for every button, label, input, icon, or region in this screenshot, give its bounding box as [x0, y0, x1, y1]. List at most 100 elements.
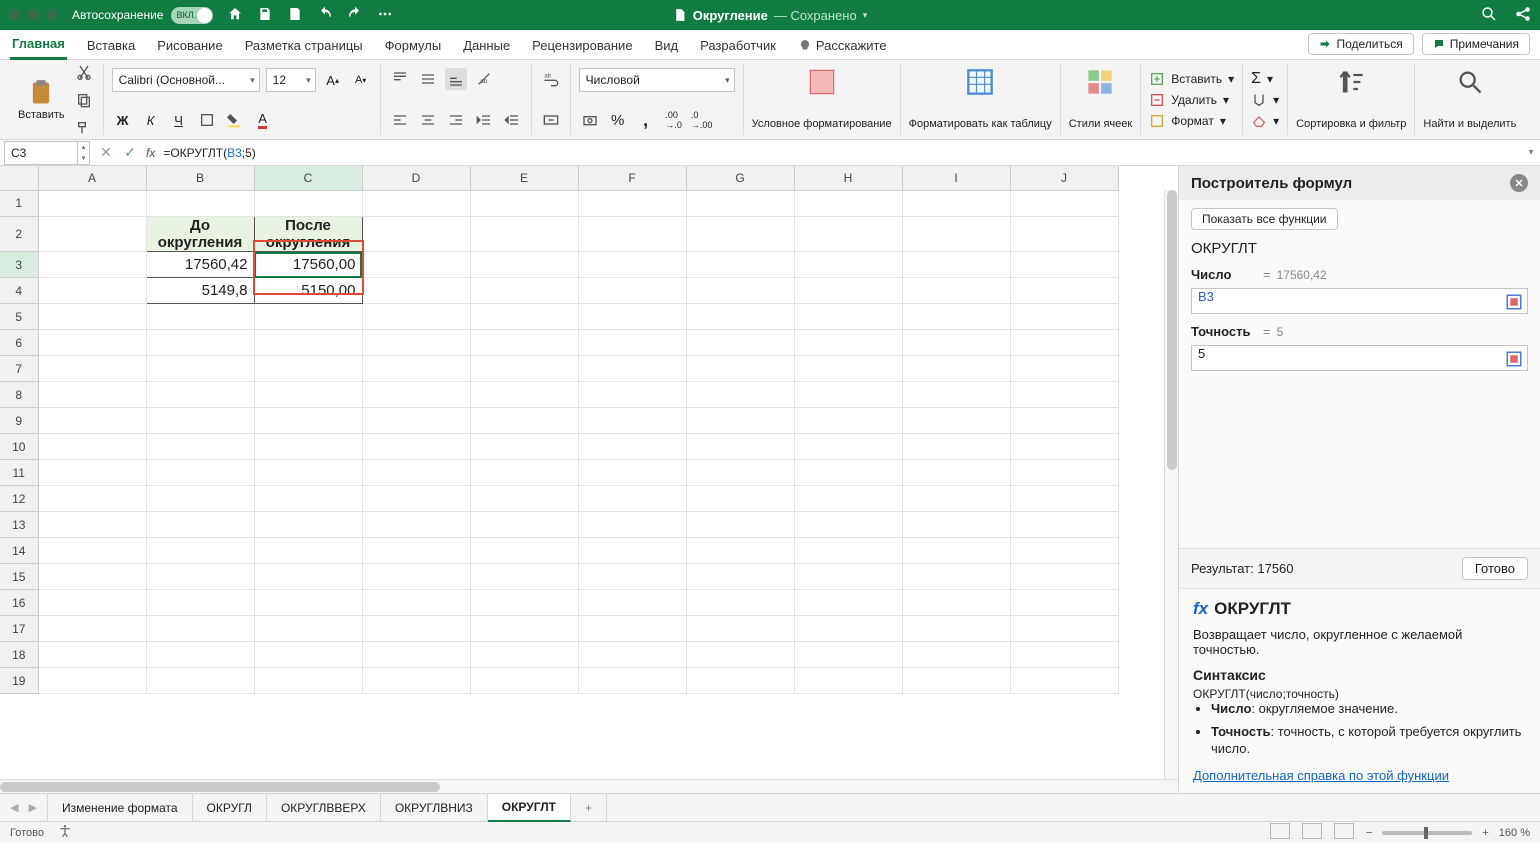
- align-center-icon[interactable]: [417, 109, 439, 131]
- share-icon[interactable]: [1514, 5, 1532, 26]
- increase-indent-icon[interactable]: [501, 109, 523, 131]
- undo-icon[interactable]: [317, 6, 333, 25]
- align-right-icon[interactable]: [445, 109, 467, 131]
- col-header[interactable]: I: [902, 166, 1010, 190]
- row-header[interactable]: 9: [0, 408, 38, 434]
- done-button[interactable]: Готово: [1462, 557, 1528, 580]
- format-painter-icon[interactable]: [73, 117, 95, 139]
- cell-c4[interactable]: 5150,00: [254, 278, 362, 304]
- cell-c3[interactable]: 17560,00: [254, 252, 362, 278]
- autosave-toggle[interactable]: ВКЛ.: [171, 7, 213, 24]
- sheet-tab[interactable]: Изменение формата: [47, 794, 193, 822]
- row-header[interactable]: 15: [0, 564, 38, 590]
- row-header[interactable]: 17: [0, 616, 38, 642]
- comments-button[interactable]: Примечания: [1422, 33, 1530, 55]
- fill-color-icon[interactable]: [224, 109, 246, 131]
- row-header[interactable]: 3: [0, 252, 38, 278]
- insert-cells[interactable]: Вставить ▾: [1149, 68, 1234, 89]
- vertical-scrollbar[interactable]: [1164, 190, 1178, 779]
- cell-c2[interactable]: После округления: [254, 216, 362, 252]
- format-as-table[interactable]: Форматировать как таблицу: [901, 64, 1061, 135]
- col-header[interactable]: D: [362, 166, 470, 190]
- col-header[interactable]: A: [38, 166, 146, 190]
- show-all-functions[interactable]: Показать все функции: [1191, 208, 1338, 230]
- delete-cells[interactable]: Удалить ▾: [1149, 89, 1234, 110]
- font-color-icon[interactable]: A: [252, 109, 274, 131]
- col-header[interactable]: C: [254, 166, 362, 190]
- decrease-font-icon[interactable]: A▾: [350, 69, 372, 91]
- col-header[interactable]: E: [470, 166, 578, 190]
- formula-input[interactable]: =ОКРУГЛТ(B3;5): [159, 146, 255, 160]
- row-header[interactable]: 19: [0, 668, 38, 694]
- worksheet[interactable]: A B C D E F G H I J 1 2 До округления По…: [0, 166, 1178, 793]
- col-header[interactable]: B: [146, 166, 254, 190]
- accept-formula-icon[interactable]: ✓: [118, 144, 142, 161]
- tab-data[interactable]: Данные: [461, 32, 512, 59]
- conditional-formatting[interactable]: Условное форматирование: [744, 64, 901, 135]
- row-header[interactable]: 4: [0, 278, 38, 304]
- zoom-dot[interactable]: [46, 9, 58, 21]
- tab-review[interactable]: Рецензирование: [530, 32, 634, 59]
- col-header[interactable]: J: [1010, 166, 1118, 190]
- range-picker-icon[interactable]: [1505, 293, 1523, 311]
- redo-icon[interactable]: [347, 6, 363, 25]
- select-all-corner[interactable]: [0, 166, 38, 190]
- share-button[interactable]: Поделиться: [1308, 33, 1413, 55]
- close-panel-icon[interactable]: ✕: [1510, 174, 1528, 192]
- tell-me[interactable]: Расскажите: [796, 32, 889, 59]
- arg2-input[interactable]: 5: [1191, 345, 1528, 371]
- expand-formula-bar-icon[interactable]: ▾: [1522, 147, 1540, 158]
- cut-icon[interactable]: [73, 61, 95, 83]
- row-header[interactable]: 13: [0, 512, 38, 538]
- wrap-text-icon[interactable]: ab: [540, 68, 562, 90]
- clear-icon[interactable]: ▾: [1251, 110, 1279, 131]
- paste-button[interactable]: Вставить: [14, 75, 69, 125]
- horizontal-scrollbar[interactable]: [0, 779, 1178, 793]
- search-icon[interactable]: [1480, 5, 1498, 26]
- save-as-icon[interactable]: [287, 6, 303, 25]
- col-header[interactable]: H: [794, 166, 902, 190]
- tab-view[interactable]: Вид: [653, 32, 681, 59]
- align-top-icon[interactable]: [389, 68, 411, 90]
- cell-b2[interactable]: До округления: [146, 216, 254, 252]
- percent-icon[interactable]: %: [607, 109, 629, 131]
- row-header[interactable]: 11: [0, 460, 38, 486]
- range-picker-icon[interactable]: [1505, 350, 1523, 368]
- copy-icon[interactable]: [73, 89, 95, 111]
- align-left-icon[interactable]: [389, 109, 411, 131]
- fill-icon[interactable]: ▾: [1251, 89, 1279, 110]
- comma-icon[interactable]: ,: [635, 109, 657, 131]
- align-middle-icon[interactable]: [417, 68, 439, 90]
- zoom-out-icon[interactable]: −: [1366, 827, 1372, 839]
- view-mode-page[interactable]: [1302, 823, 1324, 842]
- col-header[interactable]: G: [686, 166, 794, 190]
- minimize-dot[interactable]: [27, 9, 39, 21]
- currency-icon[interactable]: [579, 109, 601, 131]
- format-cells[interactable]: Формат ▾: [1149, 110, 1234, 131]
- view-mode-normal[interactable]: [1270, 823, 1292, 842]
- number-format-select[interactable]: Числовой: [579, 68, 735, 92]
- window-controls[interactable]: [8, 9, 58, 21]
- accessibility-icon[interactable]: [58, 824, 72, 841]
- help-link[interactable]: Дополнительная справка по этой функции: [1193, 768, 1449, 783]
- cell-b3[interactable]: 17560,42: [146, 252, 254, 278]
- row-header[interactable]: 14: [0, 538, 38, 564]
- sheet-tab[interactable]: ОКРУГЛ: [193, 794, 267, 822]
- name-box[interactable]: C3 ▴▾: [4, 141, 90, 165]
- increase-decimal-icon[interactable]: .00→.0: [663, 109, 685, 131]
- orientation-icon[interactable]: ab: [473, 68, 495, 90]
- zoom-in-icon[interactable]: +: [1482, 827, 1488, 839]
- row-header[interactable]: 1: [0, 190, 38, 216]
- italic-button[interactable]: К: [140, 109, 162, 131]
- tab-next-icon[interactable]: ▶: [24, 801, 40, 814]
- more-icon[interactable]: [377, 6, 393, 25]
- home-icon[interactable]: [227, 6, 243, 25]
- row-header[interactable]: 6: [0, 330, 38, 356]
- col-header[interactable]: F: [578, 166, 686, 190]
- tab-prev-icon[interactable]: ◀: [6, 801, 22, 814]
- row-header[interactable]: 5: [0, 304, 38, 330]
- decrease-indent-icon[interactable]: [473, 109, 495, 131]
- font-name-select[interactable]: Calibri (Основной...: [112, 68, 260, 92]
- tab-home[interactable]: Главная: [10, 30, 67, 60]
- underline-button[interactable]: Ч: [168, 109, 190, 131]
